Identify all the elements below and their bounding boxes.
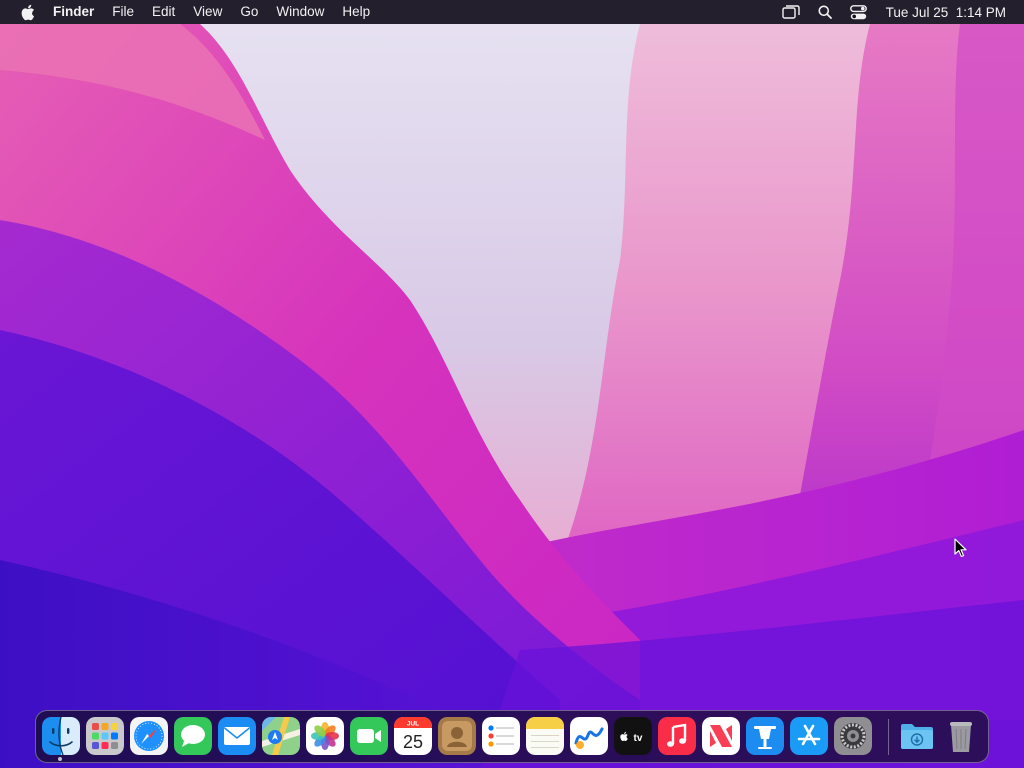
- dock-contacts[interactable]: [438, 717, 476, 755]
- notes-icon: [526, 717, 564, 755]
- apple-tv-icon: tv: [614, 717, 652, 755]
- dock-tv[interactable]: tv: [614, 717, 652, 755]
- dock-reminders[interactable]: [482, 717, 520, 755]
- dock-facetime[interactable]: [350, 717, 388, 755]
- launchpad-icon: [86, 717, 124, 755]
- desktop-wallpaper: [0, 0, 1024, 768]
- dock-mail[interactable]: [218, 717, 256, 755]
- mail-icon: [218, 717, 256, 755]
- control-center-icon[interactable]: [848, 3, 870, 21]
- menu-bar: Finder File Edit View Go Window Help Tue…: [0, 0, 1024, 24]
- menu-window[interactable]: Window: [267, 0, 333, 24]
- menu-go[interactable]: Go: [231, 0, 267, 24]
- menu-edit[interactable]: Edit: [143, 0, 184, 24]
- app-store-icon: [790, 717, 828, 755]
- dock-keynote[interactable]: [746, 717, 784, 755]
- spotlight-search-icon[interactable]: [814, 3, 836, 21]
- dock-launchpad[interactable]: [86, 717, 124, 755]
- maps-icon: [262, 717, 300, 755]
- dock-photos[interactable]: [306, 717, 344, 755]
- screen-mirroring-icon[interactable]: [780, 3, 802, 21]
- dock-notes[interactable]: [526, 717, 564, 755]
- dock-app-store[interactable]: [790, 717, 828, 755]
- dock-music[interactable]: [658, 717, 696, 755]
- dock-maps[interactable]: [262, 717, 300, 755]
- mouse-pointer-icon: [954, 538, 967, 558]
- messages-icon: [174, 717, 212, 755]
- menu-view[interactable]: View: [184, 0, 231, 24]
- system-settings-icon: [834, 717, 872, 755]
- dock-system-settings[interactable]: [834, 717, 872, 755]
- freeform-icon: [570, 717, 608, 755]
- safari-icon: [130, 717, 168, 755]
- dock-divider: [888, 719, 889, 755]
- dock-freeform[interactable]: [570, 717, 608, 755]
- news-icon: [702, 717, 740, 755]
- music-icon: [658, 717, 696, 755]
- finder-icon: [42, 717, 80, 755]
- dock-downloads-stack[interactable]: [898, 717, 936, 755]
- menu-app-name[interactable]: Finder: [44, 0, 103, 24]
- dock: JUL 25 tv: [35, 710, 989, 763]
- keynote-icon: [746, 717, 784, 755]
- menu-file[interactable]: File: [103, 0, 143, 24]
- menu-bar-status-area: Tue Jul 25 1:14 PM: [774, 0, 1024, 24]
- calendar-month: JUL: [407, 721, 419, 728]
- finder-running-indicator: [58, 757, 62, 761]
- menu-help[interactable]: Help: [333, 0, 379, 24]
- contacts-icon: [438, 717, 476, 755]
- dock-finder[interactable]: [42, 717, 80, 755]
- photos-icon: [306, 717, 344, 755]
- trash-icon: [950, 722, 972, 752]
- facetime-icon: [350, 717, 388, 755]
- tv-label: tv: [634, 733, 643, 744]
- dock-messages[interactable]: [174, 717, 212, 755]
- reminders-icon: [482, 717, 520, 755]
- menu-bar-clock[interactable]: Tue Jul 25 1:14 PM: [886, 5, 1006, 20]
- downloads-folder-icon: [901, 724, 933, 749]
- dock-trash[interactable]: [942, 717, 980, 755]
- dock-news[interactable]: [702, 717, 740, 755]
- calendar-day: 25: [403, 732, 423, 752]
- apple-logo-icon[interactable]: [18, 3, 36, 21]
- calendar-icon: JUL 25: [394, 717, 432, 755]
- dock-calendar[interactable]: JUL 25: [394, 717, 432, 755]
- dock-safari[interactable]: [130, 717, 168, 755]
